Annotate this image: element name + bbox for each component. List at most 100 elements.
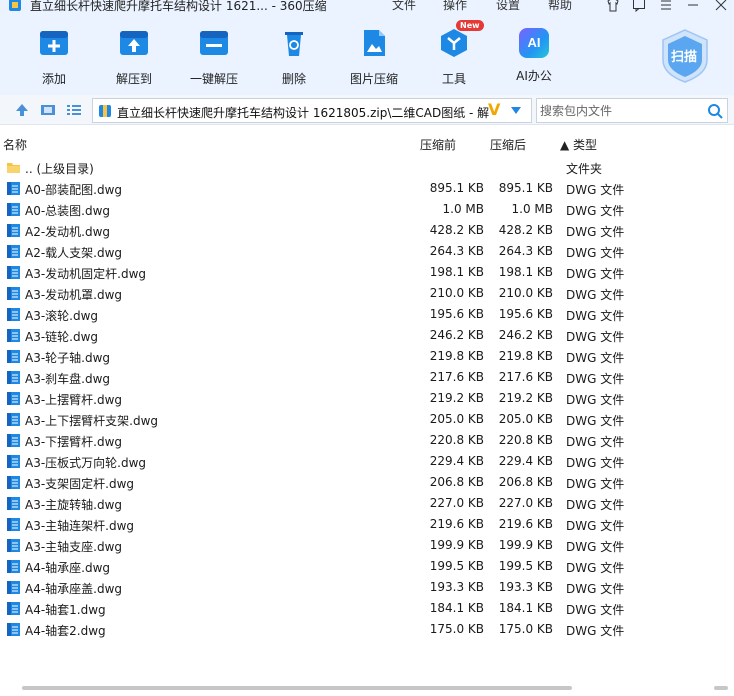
vip-icon[interactable]: V — [488, 100, 500, 119]
table-row[interactable]: A4-轴承座盖.dwg 193.3 KB 193.3 KB DWG 文件 — [0, 578, 734, 599]
table-row[interactable]: A3-发动机固定杆.dwg 198.1 KB 198.1 KB DWG 文件 — [0, 263, 734, 284]
table-row[interactable]: A2-载人支架.dwg 264.3 KB 264.3 KB DWG 文件 — [0, 242, 734, 263]
ai-office-button[interactable]: AI AI办公 — [499, 28, 569, 88]
size-after: 219.6 KB — [498, 517, 553, 531]
table-row[interactable]: A3-主旋转轴.dwg 227.0 KB 227.0 KB DWG 文件 — [0, 494, 734, 515]
table-row[interactable]: A3-主轴支座.dwg 199.9 KB 199.9 KB DWG 文件 — [0, 536, 734, 557]
table-row[interactable]: A4-轴承座.dwg 199.5 KB 199.5 KB DWG 文件 — [0, 557, 734, 578]
table-row[interactable]: A3-发动机罩.dwg 210.0 KB 210.0 KB DWG 文件 — [0, 284, 734, 305]
search-input[interactable] — [538, 100, 703, 121]
file-name: A3-下摆臂杆.dwg — [25, 435, 123, 449]
dwg-file-icon — [7, 308, 20, 321]
size-after: 219.2 KB — [498, 391, 553, 405]
column-before[interactable]: 压缩前 — [420, 136, 456, 153]
menu-file[interactable]: 文件 — [392, 0, 416, 13]
delete-button[interactable]: 删除 — [259, 28, 329, 88]
size-after: 264.3 KB — [498, 244, 553, 258]
file-type: DWG 文件 — [566, 435, 625, 449]
file-name: A3-支架固定杆.dwg — [25, 477, 135, 491]
file-type: DWG 文件 — [566, 582, 625, 596]
up-arrow-icon[interactable] — [14, 102, 30, 118]
menu-help[interactable]: 帮助 — [548, 0, 572, 13]
skin-icon[interactable] — [606, 0, 620, 12]
dwg-file-icon — [7, 182, 20, 195]
file-type: DWG 文件 — [566, 414, 625, 428]
view-thumbnail-icon[interactable] — [40, 102, 56, 118]
extract-to-label: 解压到 — [115, 72, 152, 86]
file-name: A0-部装配图.dwg — [25, 183, 123, 197]
table-row[interactable]: A3-压板式万向轮.dwg 229.4 KB 229.4 KB DWG 文件 — [0, 452, 734, 473]
table-row[interactable]: A4-轴套2.dwg 175.0 KB 175.0 KB DWG 文件 — [0, 620, 734, 641]
scan-button[interactable]: 扫描 — [659, 28, 711, 84]
image-compress-label: 图片压缩 — [349, 72, 398, 86]
size-after: 895.1 KB — [498, 181, 553, 195]
size-before: 193.3 KB — [429, 580, 484, 594]
file-name: A3-主轴支座.dwg — [25, 540, 123, 554]
file-type: DWG 文件 — [566, 603, 625, 617]
menu-settings[interactable]: 设置 — [496, 0, 520, 13]
size-after: 199.9 KB — [498, 538, 553, 552]
menu-operate[interactable]: 操作 — [443, 0, 467, 13]
search-box[interactable] — [536, 98, 728, 123]
size-before: 220.8 KB — [429, 433, 484, 447]
size-after: 246.2 KB — [498, 328, 553, 342]
table-row[interactable]: A3-滚轮.dwg 195.6 KB 195.6 KB DWG 文件 — [0, 305, 734, 326]
table-row[interactable]: A3-主轴连架杆.dwg 219.6 KB 219.6 KB DWG 文件 — [0, 515, 734, 536]
table-row[interactable]: A3-轮子轴.dwg 219.8 KB 219.8 KB DWG 文件 — [0, 347, 734, 368]
tools-button[interactable]: 工具 — [419, 28, 489, 88]
size-after: 195.6 KB — [498, 307, 553, 321]
size-after: 219.8 KB — [498, 349, 553, 363]
file-type: DWG 文件 — [566, 225, 625, 239]
size-after: 198.1 KB — [498, 265, 553, 279]
table-row[interactable]: A3-上摆臂杆.dwg 219.2 KB 219.2 KB DWG 文件 — [0, 389, 734, 410]
table-row[interactable]: A3-刹车盘.dwg 217.6 KB 217.6 KB DWG 文件 — [0, 368, 734, 389]
parent-directory-row[interactable]: .. (上级目录) 文件夹 — [0, 158, 734, 179]
dwg-file-icon — [7, 224, 20, 237]
file-name: .. (上级目录) — [25, 162, 94, 176]
file-name: A3-主轴连架杆.dwg — [25, 519, 135, 533]
file-type: 文件夹 — [566, 162, 603, 176]
table-row[interactable]: A3-上下摆臂杆支架.dwg 205.0 KB 205.0 KB DWG 文件 — [0, 410, 734, 431]
minimize-icon[interactable] — [686, 0, 700, 12]
size-after: 199.5 KB — [498, 559, 553, 573]
zip-icon — [99, 105, 111, 117]
dwg-file-icon — [7, 287, 20, 300]
table-row[interactable]: A4-轴套1.dwg 184.1 KB 184.1 KB DWG 文件 — [0, 599, 734, 620]
size-after: 205.0 KB — [498, 412, 553, 426]
scrollbar-end[interactable] — [714, 686, 728, 690]
extract-to-button[interactable]: 解压到 — [99, 28, 169, 88]
address-bar[interactable]: 直立细长杆快速爬升摩托车结构设计 1621805.zip\二维CAD图纸 - 解… — [92, 98, 532, 123]
chevron-down-icon[interactable] — [511, 107, 521, 114]
column-name[interactable]: 名称 — [3, 136, 27, 153]
size-before: 229.4 KB — [429, 454, 484, 468]
column-type[interactable]: ▲ 类型 — [560, 136, 597, 153]
close-icon[interactable] — [714, 0, 728, 12]
column-after[interactable]: 压缩后 — [490, 136, 526, 153]
dwg-file-icon — [7, 413, 20, 426]
dwg-file-icon — [7, 539, 20, 552]
table-row[interactable]: A2-发动机.dwg 428.2 KB 428.2 KB DWG 文件 — [0, 221, 734, 242]
tools-icon — [441, 29, 467, 57]
folder-icon — [7, 163, 20, 173]
table-row[interactable]: A3-支架固定杆.dwg 206.8 KB 206.8 KB DWG 文件 — [0, 473, 734, 494]
view-list-icon[interactable] — [66, 102, 82, 118]
file-type: DWG 文件 — [566, 519, 625, 533]
file-name: A3-链轮.dwg — [25, 330, 99, 344]
horizontal-scrollbar[interactable] — [22, 686, 572, 690]
menu-lines-icon[interactable] — [659, 0, 673, 12]
one-click-extract-icon — [200, 31, 228, 55]
search-icon[interactable] — [707, 103, 723, 119]
one-click-extract-button[interactable]: 一键解压 — [179, 28, 249, 88]
table-row[interactable]: A3-链轮.dwg 246.2 KB 246.2 KB DWG 文件 — [0, 326, 734, 347]
table-row[interactable]: A0-总装图.dwg 1.0 MB 1.0 MB DWG 文件 — [0, 200, 734, 221]
file-list: 名称 压缩前 压缩后 ▲ 类型 .. (上级目录) 文件夹 A0-部装配图.dwg 8… — [0, 130, 734, 670]
file-type: DWG 文件 — [566, 183, 625, 197]
image-compress-button[interactable]: 图片压缩 — [339, 28, 409, 88]
message-icon[interactable] — [632, 0, 646, 12]
file-name: A4-轴套2.dwg — [25, 624, 106, 638]
file-type: DWG 文件 — [566, 372, 625, 386]
table-row[interactable]: A0-部装配图.dwg 895.1 KB 895.1 KB DWG 文件 — [0, 179, 734, 200]
dwg-file-icon — [7, 266, 20, 279]
add-button[interactable]: 添加 — [19, 28, 89, 88]
table-row[interactable]: A3-下摆臂杆.dwg 220.8 KB 220.8 KB DWG 文件 — [0, 431, 734, 452]
